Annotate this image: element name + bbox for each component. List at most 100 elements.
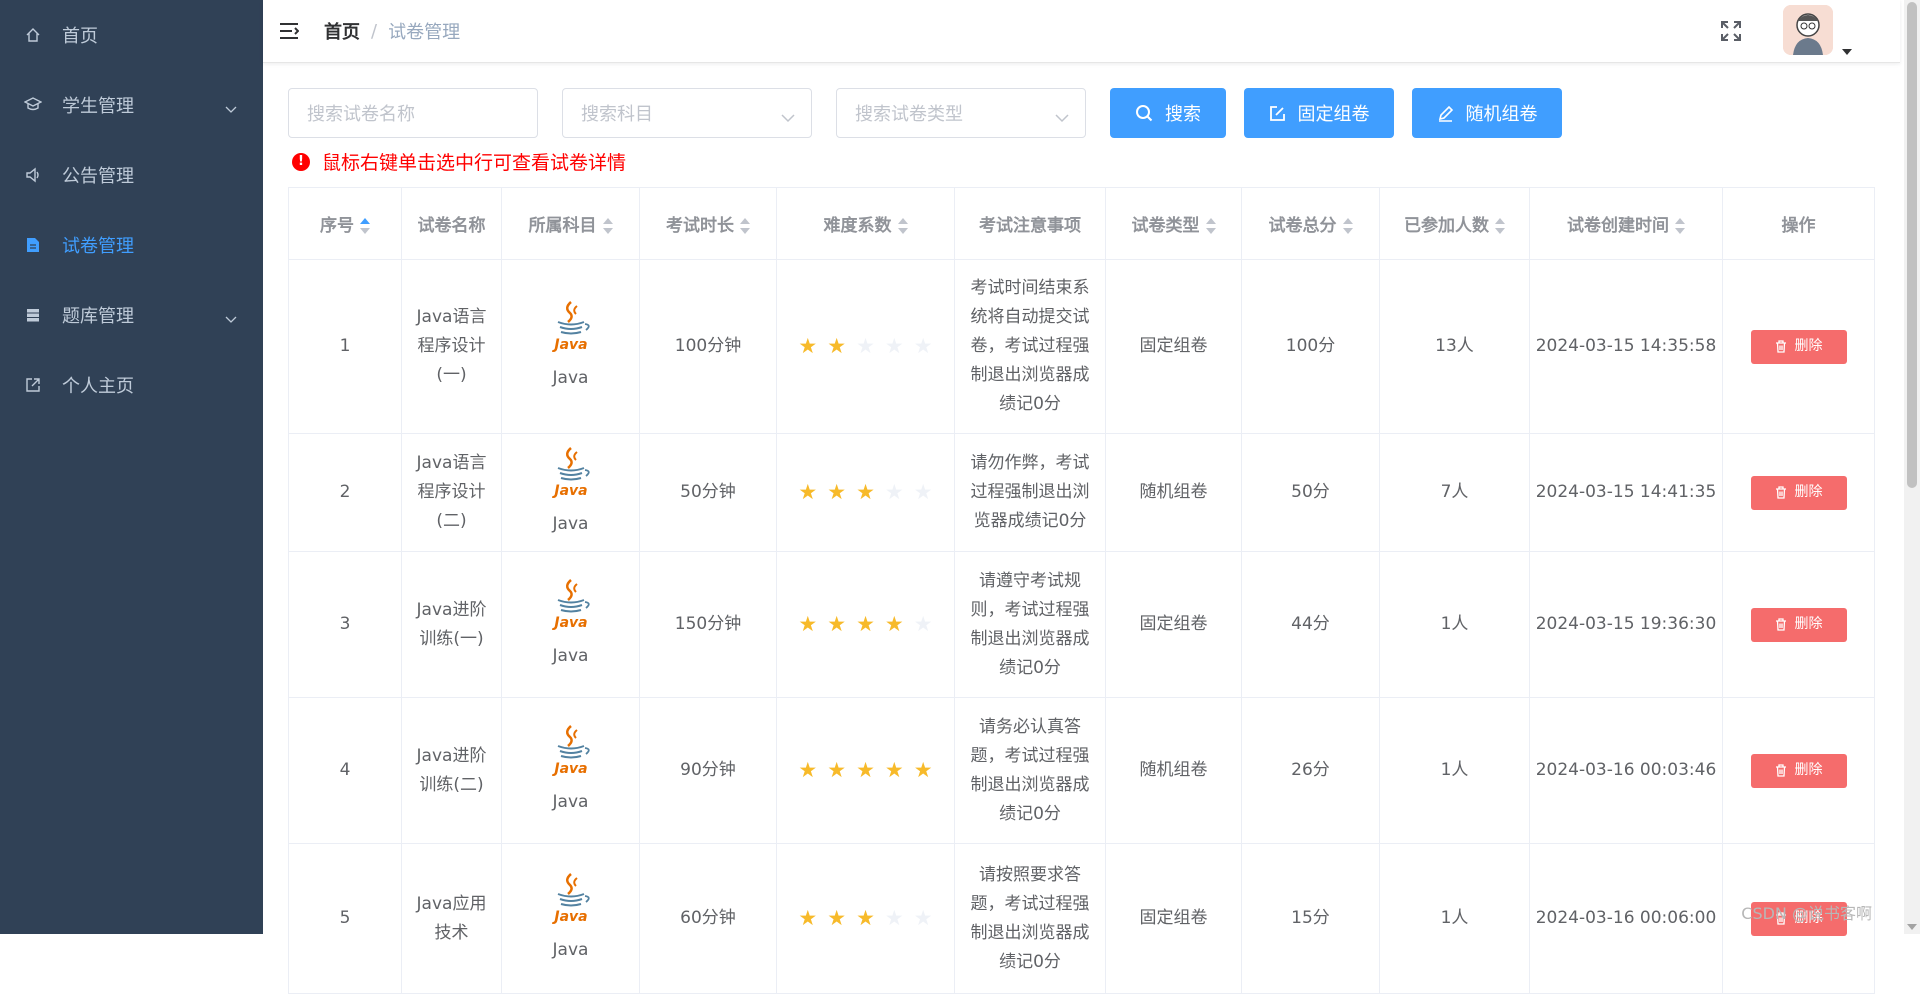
breadcrumb: 首页 / 试卷管理: [324, 18, 460, 44]
table-row[interactable]: 4 Java进阶训练(二) Java Java 90分钟 ★ ★ ★ ★ ★ 请务必认真答题，考试过…: [288, 697, 1875, 844]
star-icon: ★: [798, 906, 818, 930]
sort-icon[interactable]: [602, 218, 613, 234]
sidebar-item-notices[interactable]: 公告管理: [0, 140, 263, 210]
subject-select[interactable]: 搜索科目: [562, 88, 812, 138]
col-header-participants[interactable]: 已参加人数: [1379, 187, 1530, 260]
cell-difficulty: ★ ★ ★ ★ ★: [776, 433, 955, 552]
header-label: 序号: [320, 216, 354, 236]
search-button[interactable]: 搜索: [1110, 88, 1226, 138]
difficulty-rating: ★ ★ ★ ★ ★: [777, 336, 954, 357]
cell-actions: 删除: [1722, 433, 1875, 552]
sidebar-item-questions[interactable]: 题库管理: [0, 280, 263, 350]
cell-created: 2024-03-16 00:06:00: [1529, 843, 1723, 994]
col-header-score[interactable]: 试卷总分: [1241, 187, 1380, 260]
cell-actions: 删除: [1722, 697, 1875, 844]
fixed-compose-button[interactable]: 固定组卷: [1244, 88, 1394, 138]
document-icon: [24, 236, 42, 254]
sort-icon[interactable]: [1675, 218, 1685, 234]
cell-index: 4: [288, 697, 402, 844]
col-header-index[interactable]: 序号: [288, 187, 402, 260]
cell-notes: 请勿作弊，考试过程强制退出浏览器成绩记0分: [954, 433, 1106, 552]
cell-score: 100分: [1241, 259, 1380, 434]
cell-subject: Java Java: [501, 843, 640, 994]
star-icon: ★: [798, 612, 818, 636]
trash-icon: [1775, 340, 1786, 353]
cell-name: Java应用技术: [401, 843, 502, 994]
avatar[interactable]: [1783, 5, 1833, 55]
sort-icon[interactable]: [360, 218, 370, 234]
subject-label: Java: [552, 792, 589, 812]
sidebar-item-profile[interactable]: 个人主页: [0, 350, 263, 420]
page-scrollbar[interactable]: [1904, 0, 1920, 934]
breadcrumb-home[interactable]: 首页: [324, 18, 360, 44]
col-header-type[interactable]: 试卷类型: [1105, 187, 1242, 260]
scroll-down-arrow-icon[interactable]: [1907, 924, 1917, 930]
search-icon: [1136, 105, 1153, 122]
star-icon: ★: [827, 334, 847, 358]
sort-icon[interactable]: [1495, 218, 1505, 234]
sort-icon[interactable]: [897, 218, 908, 234]
sidebar-item-papers[interactable]: 试卷管理: [0, 210, 263, 280]
cell-actions: 删除: [1722, 259, 1875, 434]
cell-score: 26分: [1241, 697, 1380, 844]
menu-fold-icon[interactable]: [278, 20, 300, 42]
sidebar-item-students[interactable]: 学生管理: [0, 70, 263, 140]
col-header-actions: 操作: [1722, 187, 1875, 260]
random-compose-button[interactable]: 随机组卷: [1412, 88, 1562, 138]
star-icon: ★: [827, 906, 847, 930]
megaphone-icon: [24, 166, 42, 184]
table-header-row: 序号 试卷名称 所属科目 考试时长 难度系数 考试注意事项 试卷类型 试卷总分 …: [288, 187, 1875, 260]
chevron-down-icon: [1055, 107, 1069, 128]
cell-notes: 请按照要求答题，考试过程强制退出浏览器成绩记0分: [954, 843, 1106, 994]
table-row[interactable]: 3 Java进阶训练(一) Java Java 150分钟 ★ ★ ★ ★ ★ 请遵守考试规则，考试…: [288, 551, 1875, 698]
table-row[interactable]: 5 Java应用技术 Java Java 60分钟 ★ ★ ★ ★ ★ 请按照要求答题，考试过程强制…: [288, 843, 1875, 994]
sort-icon[interactable]: [1342, 218, 1353, 234]
cell-subject: Java Java: [501, 259, 640, 434]
navbar: 首页 / 试卷管理: [263, 0, 1900, 63]
cell-index: 2: [288, 433, 402, 552]
cell-subject: Java Java: [501, 697, 640, 844]
star-icon: ★: [827, 758, 847, 782]
header-label: 考试注意事项: [979, 216, 1081, 236]
paper-name-input[interactable]: 搜索试卷名称: [288, 88, 538, 138]
java-logo-icon: Java: [546, 300, 596, 364]
col-header-duration[interactable]: 考试时长: [639, 187, 777, 260]
scrollbar-thumb[interactable]: [1907, 2, 1917, 488]
fullscreen-icon[interactable]: [1719, 19, 1743, 43]
cell-type: 固定组卷: [1105, 843, 1242, 994]
cell-duration: 100分钟: [639, 259, 777, 434]
sort-icon[interactable]: [740, 218, 750, 234]
col-header-created[interactable]: 试卷创建时间: [1529, 187, 1723, 260]
cell-participants: 1人: [1379, 843, 1530, 994]
paper-type-select[interactable]: 搜索试卷类型: [836, 88, 1086, 138]
cell-score: 44分: [1241, 551, 1380, 698]
star-icon: ★: [913, 334, 933, 358]
star-icon: ★: [913, 906, 933, 930]
delete-label: 删除: [1794, 484, 1823, 500]
col-header-difficulty[interactable]: 难度系数: [776, 187, 955, 260]
table-row[interactable]: 2 Java语言程序设计(二) Java Java 50分钟 ★ ★ ★ ★ ★ 请勿作弊，考试过程…: [288, 433, 1875, 552]
cell-notes: 请遵守考试规则，考试过程强制退出浏览器成绩记0分: [954, 551, 1106, 698]
sidebar-item-home[interactable]: 首页: [0, 0, 263, 70]
subject-label: Java: [552, 514, 589, 534]
header-label: 试卷总分: [1268, 216, 1337, 236]
delete-button[interactable]: 删除: [1750, 753, 1847, 788]
cell-created: 2024-03-15 14:41:35: [1529, 433, 1723, 552]
cell-created: 2024-03-15 14:35:58: [1529, 259, 1723, 434]
delete-button[interactable]: 删除: [1750, 607, 1847, 642]
star-icon: ★: [827, 480, 847, 504]
header-label: 试卷创建时间: [1567, 216, 1669, 236]
table-row[interactable]: 1 Java语言程序设计(一) Java Java 100分钟 ★ ★ ★ ★ ★ 考试时间结束系统…: [288, 259, 1875, 434]
external-link-icon: [24, 376, 42, 394]
star-icon: ★: [856, 480, 875, 504]
notice-text: 鼠标右键单击选中行可查看试卷详情: [322, 152, 627, 174]
cell-notes: 请务必认真答题，考试过程强制退出浏览器成绩记0分: [954, 697, 1106, 844]
delete-button[interactable]: 删除: [1750, 329, 1847, 364]
header-label: 试卷类型: [1131, 216, 1200, 236]
sort-icon[interactable]: [1205, 218, 1216, 234]
col-header-subject[interactable]: 所属科目: [501, 187, 640, 260]
caret-down-icon[interactable]: [1842, 40, 1852, 59]
delete-button[interactable]: 删除: [1750, 475, 1847, 510]
svg-text:Java: Java: [551, 615, 587, 630]
header-label: 考试时长: [666, 216, 734, 236]
